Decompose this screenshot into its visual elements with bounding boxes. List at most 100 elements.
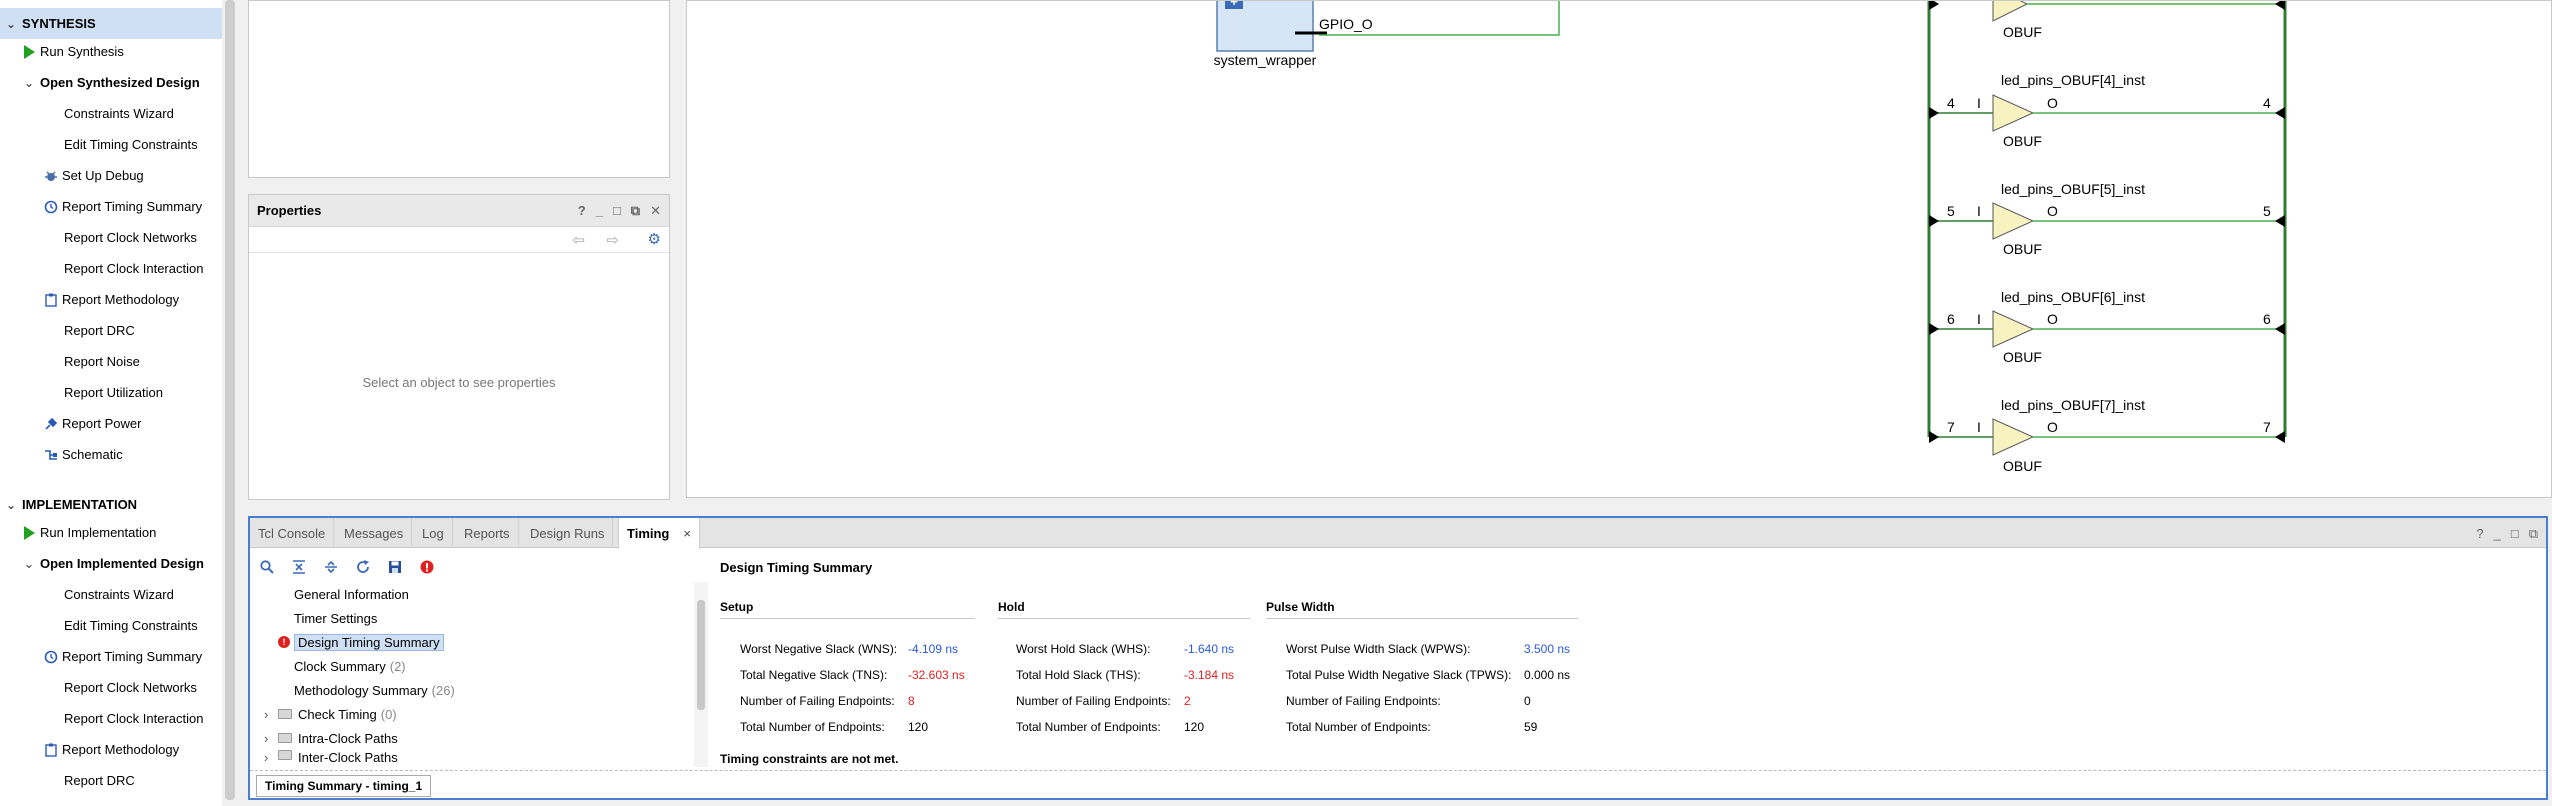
impl-constraints-wizard[interactable]: Constraints Wizard — [64, 579, 174, 610]
float-icon[interactable]: ⧉ — [2529, 526, 2538, 542]
clock-icon — [40, 197, 62, 217]
impl-edit-timing-constraints[interactable]: Edit Timing Constraints — [64, 610, 198, 641]
timing-toolbar — [258, 554, 436, 580]
tree-item-general-information[interactable]: General Information — [294, 582, 409, 606]
bottom-panel: Tcl Console Messages Log Reports Design … — [248, 516, 2548, 800]
divider — [720, 618, 975, 619]
close-tab-icon[interactable]: × — [683, 526, 691, 541]
nav-label: Report Clock Networks — [64, 680, 197, 695]
synth-edit-timing-constraints[interactable]: Edit Timing Constraints — [64, 129, 198, 160]
flow-navigator-scrollbar[interactable] — [222, 0, 238, 806]
synth-report-clock-networks[interactable]: Report Clock Networks — [64, 222, 197, 253]
cell-type: OBUF — [2003, 133, 2042, 149]
section-implementation[interactable]: ⌄ IMPLEMENTATION — [0, 489, 222, 520]
chevron-down-icon[interactable]: ⌄ — [0, 17, 22, 31]
search-icon[interactable] — [258, 558, 276, 576]
tab-log[interactable]: Log — [414, 518, 453, 548]
gear-icon[interactable]: ⚙ — [648, 230, 661, 248]
tree-scrollbar[interactable] — [694, 582, 708, 767]
collapse-all-icon[interactable] — [290, 558, 308, 576]
minimize-icon[interactable]: _ — [2494, 526, 2501, 542]
run-implementation[interactable]: Run Implementation — [18, 517, 156, 548]
close-icon[interactable]: ✕ — [650, 203, 661, 219]
tab-reports[interactable]: Reports — [456, 518, 519, 548]
tree-item-clock-summary[interactable]: Clock Summary (2) — [294, 654, 406, 678]
pin-label: I — [1977, 95, 1981, 111]
help-icon[interactable]: ? — [2476, 526, 2483, 542]
tree-item-inter-clock-paths[interactable]: › Inter-Clock Paths — [264, 750, 398, 764]
synth-report-methodology[interactable]: Report Methodology — [40, 284, 179, 315]
chevron-right-icon[interactable]: › — [264, 750, 278, 764]
setup-title: Setup — [720, 600, 754, 614]
tree-item-intra-clock-paths[interactable]: › Intra-Clock Paths — [264, 726, 398, 750]
hold-title: Hold — [998, 600, 1025, 614]
properties-empty-hint: Select an object to see properties — [362, 375, 556, 390]
synth-set-up-debug[interactable]: Set Up Debug — [40, 160, 144, 191]
section-synthesis[interactable]: ⌄ SYNTHESIS — [0, 8, 222, 39]
maximize-icon[interactable]: □ — [613, 203, 621, 219]
pulse-tpws-label: Total Pulse Width Negative Slack (TPWS): — [1286, 668, 1512, 682]
tree-item-methodology-summary[interactable]: Methodology Summary (26) — [294, 678, 455, 702]
float-icon[interactable]: ⧉ — [631, 203, 640, 219]
obuf-instance-5[interactable]: led_pins_OBUF[5]_inst 5 I O 5 OBUF — [1929, 181, 2285, 257]
scrollbar-thumb[interactable] — [697, 600, 705, 710]
impl-report-timing-summary[interactable]: Report Timing Summary — [40, 641, 202, 672]
hold-ths-label: Total Hold Slack (THS): — [1016, 668, 1141, 682]
synth-report-drc[interactable]: Report DRC — [64, 315, 135, 346]
impl-report-methodology[interactable]: Report Methodology — [40, 734, 179, 765]
refresh-icon[interactable] — [354, 558, 372, 576]
obuf-instance-4[interactable]: led_pins_OBUF[4]_inst 4 I O 4 OBUF — [1929, 72, 2285, 149]
synth-report-utilization[interactable]: Report Utilization — [64, 377, 163, 408]
forward-arrow-icon[interactable]: ⇨ — [606, 231, 619, 249]
net-label: 5 — [2263, 203, 2271, 219]
setup-wns-value[interactable]: -4.109 ns — [908, 642, 958, 656]
setup-wns-label: Worst Negative Slack (WNS): — [740, 642, 898, 656]
chevron-down-icon[interactable]: ⌄ — [0, 498, 22, 512]
minimize-icon[interactable]: _ — [596, 203, 603, 219]
chevron-down-icon[interactable]: ⌄ — [18, 554, 40, 574]
tree-item-timer-settings[interactable]: Timer Settings — [294, 606, 377, 630]
save-icon[interactable] — [386, 558, 404, 576]
open-synthesized-design[interactable]: ⌄ Open Synthesized Design — [18, 67, 200, 98]
synth-report-power[interactable]: Report Power — [40, 408, 141, 439]
schematic-view[interactable]: + GPIO_O system_wrapper OBUF led_pins_OB… — [686, 0, 2552, 498]
impl-report-drc[interactable]: Report DRC — [64, 765, 135, 796]
error-icon[interactable] — [418, 558, 436, 576]
maximize-icon[interactable]: □ — [2511, 526, 2519, 542]
open-implemented-design[interactable]: ⌄ Open Implemented Design — [18, 548, 204, 579]
back-arrow-icon[interactable]: ⇦ — [572, 231, 585, 249]
tab-tcl-console[interactable]: Tcl Console — [250, 518, 335, 548]
tab-timing-summary-result[interactable]: Timing Summary - timing_1 — [256, 775, 432, 797]
hold-whs-value[interactable]: -1.640 ns — [1184, 642, 1234, 656]
run-synthesis[interactable]: Run Synthesis — [18, 36, 124, 67]
tree-label: Methodology Summary — [294, 682, 428, 698]
tree-item-check-timing[interactable]: › Check Timing (0) — [264, 702, 397, 726]
tab-timing[interactable]: Timing × — [618, 518, 700, 549]
synth-report-timing-summary[interactable]: Report Timing Summary — [40, 191, 202, 222]
pulse-wpws-value[interactable]: 3.500 ns — [1524, 642, 1570, 656]
nav-label: Constraints Wizard — [64, 106, 174, 121]
scrollbar-thumb[interactable] — [225, 0, 235, 800]
impl-report-clock-interaction[interactable]: Report Clock Interaction — [64, 703, 203, 734]
expand-all-icon[interactable] — [322, 558, 340, 576]
properties-header: Properties ? _ □ ⧉ ✕ — [249, 195, 669, 227]
pin-label: O — [2047, 203, 2058, 219]
obuf-instance-3[interactable]: OBUF — [1929, 1, 2285, 40]
obuf-instance-6[interactable]: led_pins_OBUF[6]_inst 6 I O 6 OBUF — [1929, 289, 2285, 365]
tab-messages[interactable]: Messages — [336, 518, 413, 548]
tab-design-runs[interactable]: Design Runs — [522, 518, 614, 548]
synth-constraints-wizard[interactable]: Constraints Wizard — [64, 98, 174, 129]
synth-report-clock-interaction[interactable]: Report Clock Interaction — [64, 253, 203, 284]
tree-item-design-timing-summary[interactable]: ! Design Timing Summary — [278, 630, 444, 654]
svg-text:+: + — [1230, 1, 1238, 9]
help-icon[interactable]: ? — [578, 203, 586, 219]
chevron-right-icon[interactable]: › — [264, 731, 278, 746]
net-label: 7 — [2263, 419, 2271, 435]
synth-schematic[interactable]: Schematic — [40, 439, 123, 470]
setup-total-label: Total Number of Endpoints: — [740, 720, 885, 734]
chevron-right-icon[interactable]: › — [264, 707, 278, 722]
impl-report-clock-networks[interactable]: Report Clock Networks — [64, 672, 197, 703]
obuf-instance-7[interactable]: led_pins_OBUF[7]_inst 7 I O 7 OBUF — [1929, 397, 2285, 474]
synth-report-noise[interactable]: Report Noise — [64, 346, 140, 377]
chevron-down-icon[interactable]: ⌄ — [18, 73, 40, 93]
